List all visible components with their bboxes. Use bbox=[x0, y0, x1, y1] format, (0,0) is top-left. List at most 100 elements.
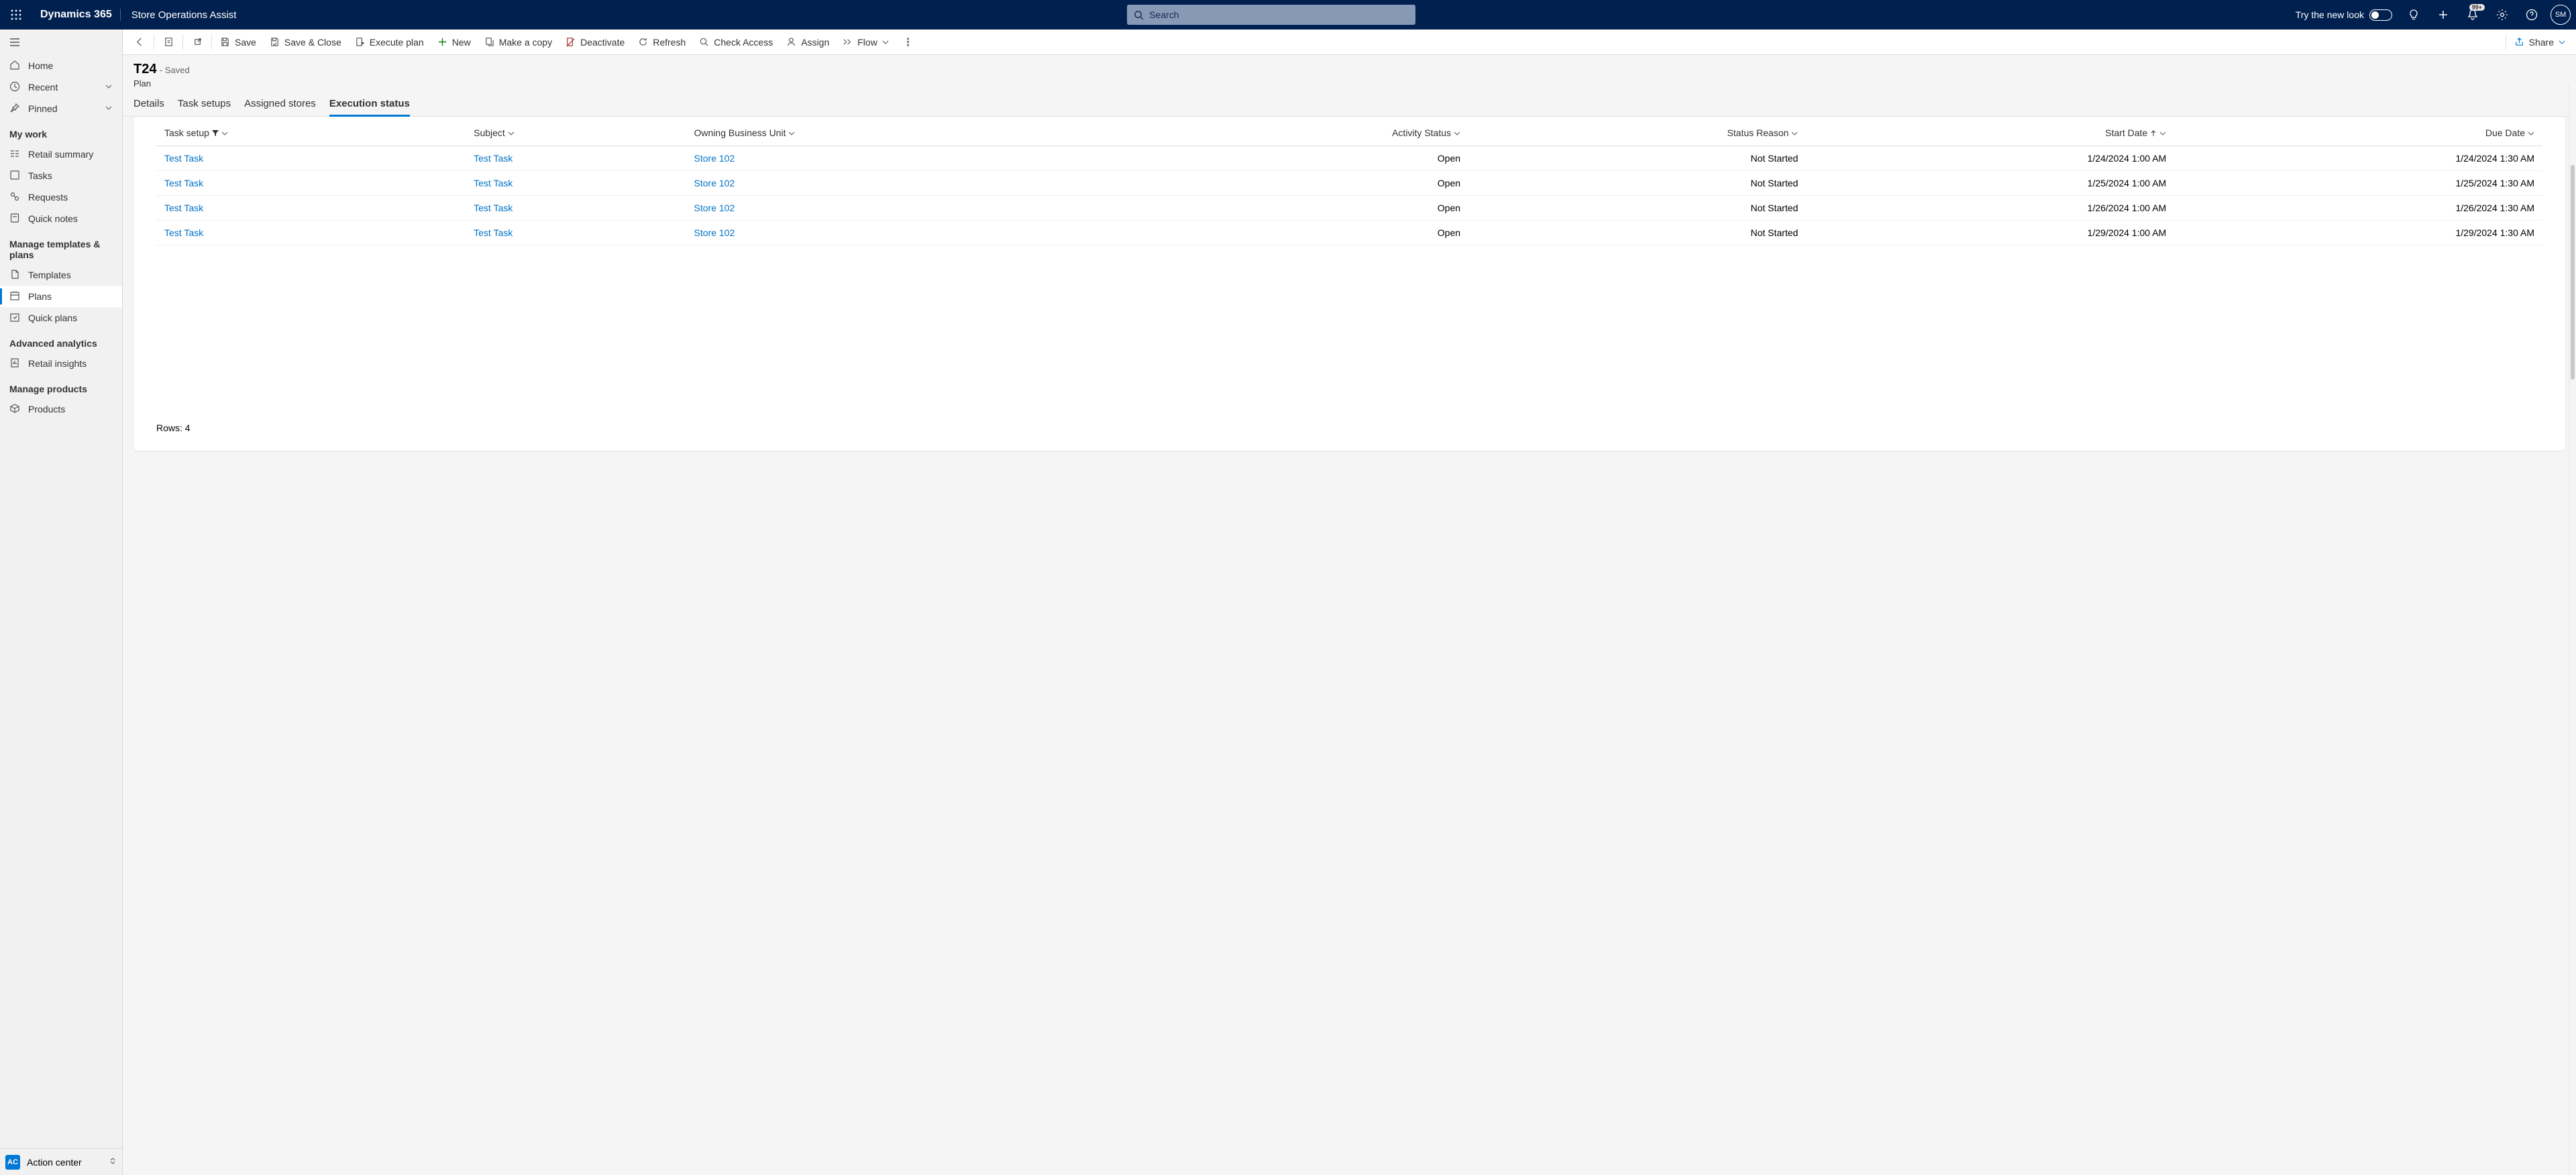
cell-reason: Not Started bbox=[1468, 146, 1806, 171]
app-name-label[interactable]: Store Operations Assist bbox=[121, 9, 248, 21]
toggle-icon[interactable] bbox=[2369, 9, 2392, 21]
tasks-icon bbox=[9, 170, 20, 182]
summary-icon bbox=[9, 148, 20, 161]
more-commands-button[interactable] bbox=[896, 30, 921, 54]
cell-subject[interactable]: Test Task bbox=[466, 221, 686, 245]
sidebar-item-products[interactable]: Products bbox=[0, 398, 122, 420]
app-launcher-icon[interactable] bbox=[5, 4, 27, 25]
sidebar-item-recent[interactable]: Recent bbox=[0, 76, 122, 98]
tab-assigned-stores[interactable]: Assigned stores bbox=[244, 94, 316, 116]
sidebar-item-quick-plans[interactable]: Quick plans bbox=[0, 307, 122, 329]
chevron-down-icon bbox=[508, 128, 515, 139]
cell-subject[interactable]: Test Task bbox=[466, 196, 686, 221]
table-row[interactable]: Test TaskTest TaskStore 102OpenNot Start… bbox=[156, 146, 2542, 171]
col-start-date[interactable]: Start Date bbox=[1806, 121, 2174, 146]
tab-task-setups[interactable]: Task setups bbox=[178, 94, 231, 116]
sidebar: Home Recent Pinned My work Retail summar… bbox=[0, 30, 123, 1175]
sidebar-item-retail-summary[interactable]: Retail summary bbox=[0, 144, 122, 165]
chevron-down-icon bbox=[105, 82, 113, 93]
save-close-button[interactable]: Save & Close bbox=[263, 30, 348, 54]
section-header-mywork: My work bbox=[0, 119, 122, 144]
sidebar-item-tasks[interactable]: Tasks bbox=[0, 165, 122, 186]
sidebar-item-retail-insights[interactable]: Retail insights bbox=[0, 353, 122, 374]
sidebar-item-templates[interactable]: Templates bbox=[0, 264, 122, 286]
sidebar-item-label: Templates bbox=[28, 270, 71, 280]
sidebar-item-label: Requests bbox=[28, 192, 68, 203]
deactivate-button[interactable]: Deactivate bbox=[559, 30, 631, 54]
table-row[interactable]: Test TaskTest TaskStore 102OpenNot Start… bbox=[156, 196, 2542, 221]
table-row[interactable]: Test TaskTest TaskStore 102OpenNot Start… bbox=[156, 221, 2542, 245]
new-look-toggle[interactable]: Try the new look bbox=[2296, 9, 2392, 21]
save-button[interactable]: Save bbox=[213, 30, 263, 54]
cell-subject[interactable]: Test Task bbox=[466, 171, 686, 196]
cell-status: Open bbox=[1141, 221, 1468, 245]
sidebar-item-label: Home bbox=[28, 60, 53, 71]
refresh-button[interactable]: Refresh bbox=[631, 30, 692, 54]
cell-task-setup[interactable]: Test Task bbox=[156, 196, 466, 221]
cell-reason: Not Started bbox=[1468, 196, 1806, 221]
col-activity-status[interactable]: Activity Status bbox=[1141, 121, 1468, 146]
sidebar-item-pinned[interactable]: Pinned bbox=[0, 98, 122, 119]
cell-obu[interactable]: Store 102 bbox=[686, 146, 1141, 171]
sidebar-item-home[interactable]: Home bbox=[0, 55, 122, 76]
new-button[interactable]: New bbox=[431, 30, 478, 54]
flow-button[interactable]: Flow bbox=[836, 30, 896, 54]
quickplan-icon bbox=[9, 312, 20, 325]
back-button[interactable] bbox=[127, 30, 152, 54]
cell-task-setup[interactable]: Test Task bbox=[156, 146, 466, 171]
record-saved-label: - Saved bbox=[160, 65, 190, 75]
section-header-analytics: Advanced analytics bbox=[0, 329, 122, 353]
check-access-button[interactable]: Check Access bbox=[692, 30, 780, 54]
help-icon[interactable] bbox=[2518, 1, 2545, 28]
cell-reason: Not Started bbox=[1468, 171, 1806, 196]
sidebar-item-label: Quick plans bbox=[28, 313, 77, 323]
plus-icon[interactable] bbox=[2430, 1, 2457, 28]
lightbulb-icon[interactable] bbox=[2400, 1, 2427, 28]
cell-subject[interactable]: Test Task bbox=[466, 146, 686, 171]
chevron-down-icon bbox=[1454, 128, 1460, 139]
open-record-set-button[interactable] bbox=[156, 30, 181, 54]
make-copy-button[interactable]: Make a copy bbox=[478, 30, 559, 54]
share-button[interactable]: Share bbox=[2508, 30, 2572, 54]
col-task-setup[interactable]: Task setup bbox=[156, 121, 466, 146]
products-icon bbox=[9, 403, 20, 416]
col-status-reason[interactable]: Status Reason bbox=[1468, 121, 1806, 146]
assign-button[interactable]: Assign bbox=[780, 30, 836, 54]
plan-icon bbox=[9, 290, 20, 303]
cell-obu[interactable]: Store 102 bbox=[686, 221, 1141, 245]
tab-details[interactable]: Details bbox=[133, 94, 164, 116]
insights-icon bbox=[9, 357, 20, 370]
sidebar-item-label: Tasks bbox=[28, 170, 52, 181]
global-header: Dynamics 365 Store Operations Assist Try… bbox=[0, 0, 2576, 30]
record-tabs: Details Task setups Assigned stores Exec… bbox=[123, 89, 2576, 117]
vertical-scrollbar[interactable] bbox=[2569, 85, 2576, 1175]
sidebar-item-plans[interactable]: Plans bbox=[0, 286, 122, 307]
section-header-templates: Manage templates & plans bbox=[0, 229, 122, 264]
sidebar-item-requests[interactable]: Requests bbox=[0, 186, 122, 208]
col-subject[interactable]: Subject bbox=[466, 121, 686, 146]
tab-execution-status[interactable]: Execution status bbox=[329, 94, 410, 116]
cell-start: 1/26/2024 1:00 AM bbox=[1806, 196, 2174, 221]
sidebar-item-label: Plans bbox=[28, 291, 52, 302]
notifications-icon[interactable]: 99+ bbox=[2459, 1, 2486, 28]
user-avatar[interactable]: SM bbox=[2551, 5, 2571, 25]
settings-icon[interactable] bbox=[2489, 1, 2516, 28]
cell-obu[interactable]: Store 102 bbox=[686, 196, 1141, 221]
col-owning-bu[interactable]: Owning Business Unit bbox=[686, 121, 1141, 146]
popout-button[interactable] bbox=[184, 30, 210, 54]
global-search[interactable] bbox=[1127, 5, 1415, 25]
table-row[interactable]: Test TaskTest TaskStore 102OpenNot Start… bbox=[156, 171, 2542, 196]
brand-label[interactable]: Dynamics 365 bbox=[32, 9, 121, 21]
cell-obu[interactable]: Store 102 bbox=[686, 171, 1141, 196]
sidebar-item-label: Recent bbox=[28, 82, 58, 93]
hamburger-icon[interactable] bbox=[0, 30, 122, 55]
sort-asc-icon bbox=[2150, 128, 2157, 139]
cell-task-setup[interactable]: Test Task bbox=[156, 171, 466, 196]
cell-task-setup[interactable]: Test Task bbox=[156, 221, 466, 245]
col-due-date[interactable]: Due Date bbox=[2174, 121, 2542, 146]
area-switcher[interactable]: AC Action center bbox=[0, 1148, 122, 1175]
search-input[interactable] bbox=[1149, 9, 1409, 20]
sidebar-item-quick-notes[interactable]: Quick notes bbox=[0, 208, 122, 229]
execute-plan-button[interactable]: Execute plan bbox=[348, 30, 431, 54]
cell-due: 1/24/2024 1:30 AM bbox=[2174, 146, 2542, 171]
